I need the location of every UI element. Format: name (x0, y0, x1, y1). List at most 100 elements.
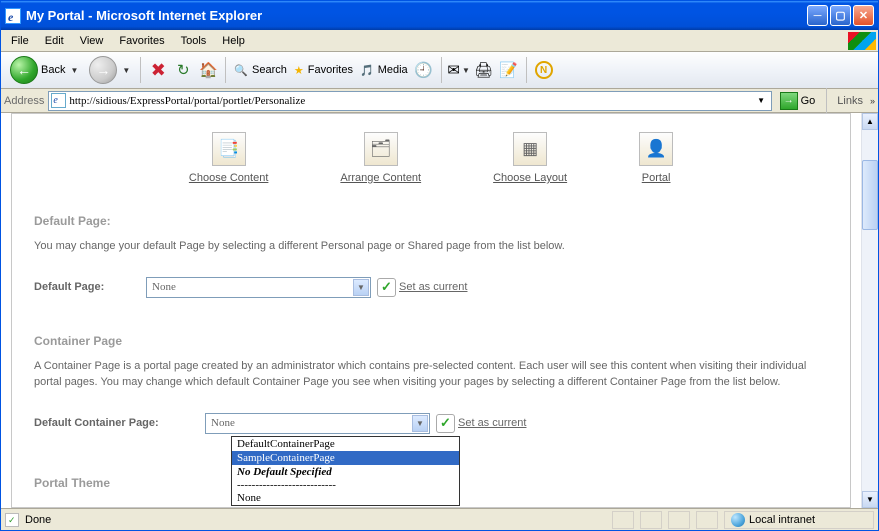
container-page-label: Default Container Page: (34, 417, 199, 429)
norton-button[interactable]: N (533, 59, 555, 81)
nav-label: Choose Layout (493, 172, 567, 184)
container-dropdown-popup: DefaultContainerPage SampleContainerPage… (231, 436, 460, 506)
menu-file[interactable]: File (3, 33, 37, 49)
default-page-heading: Default Page: (34, 214, 828, 228)
choose-layout-icon: ▦ (513, 132, 547, 166)
separator (441, 57, 442, 83)
media-icon: 🎵 (360, 64, 374, 77)
forward-button[interactable]: → ▼ (85, 54, 134, 86)
default-page-desc: You may change your default Page by sele… (34, 238, 828, 255)
dropdown-option[interactable]: None (232, 491, 459, 505)
check-icon (436, 414, 455, 433)
status-pane (612, 511, 634, 529)
mail-button[interactable]: ✉▼ (448, 59, 470, 81)
back-icon: ← (10, 56, 38, 84)
history-icon: 🕘 (414, 61, 433, 79)
status-text: Done (25, 514, 51, 526)
address-bar: Address ▼ → Go Links » (1, 89, 878, 113)
portal-icon: 👤 (639, 132, 673, 166)
forward-icon: → (89, 56, 117, 84)
default-page-label: Default Page: (34, 281, 134, 293)
chevron-down-icon: ▼ (412, 415, 428, 432)
menu-help[interactable]: Help (214, 33, 253, 49)
scroll-up-button[interactable]: ▲ (862, 113, 878, 130)
home-button[interactable]: 🏠 (197, 59, 219, 81)
history-button[interactable]: 🕘 (413, 59, 435, 81)
address-input[interactable] (69, 95, 753, 107)
nav-label: Choose Content (189, 172, 269, 184)
stop-button[interactable]: ✖ (147, 59, 169, 81)
address-input-wrap[interactable]: ▼ (48, 91, 771, 111)
go-button[interactable]: → Go (776, 92, 820, 110)
default-page-select[interactable]: None ▼ (146, 277, 371, 298)
search-button[interactable]: 🔍 Search (232, 62, 289, 79)
separator (826, 88, 827, 114)
status-pane (696, 511, 718, 529)
chevron-right-icon[interactable]: » (870, 96, 875, 106)
address-dropdown[interactable]: ▼ (754, 96, 769, 105)
status-pane (668, 511, 690, 529)
back-label: Back (41, 64, 65, 76)
scroll-thumb[interactable] (862, 160, 878, 230)
arrange-content-icon: 🗂 (364, 132, 398, 166)
dropdown-divider: --------------------------- (232, 479, 459, 491)
page-status-icon (5, 513, 19, 527)
norton-icon: N (535, 61, 553, 79)
nav-label: Arrange Content (340, 172, 421, 184)
star-icon: ★ (294, 64, 304, 77)
menu-tools[interactable]: Tools (173, 33, 215, 49)
status-pane (640, 511, 662, 529)
edit-icon: 📝 (499, 61, 518, 79)
ie-icon (5, 8, 21, 24)
media-label: Media (378, 64, 408, 76)
container-page-select[interactable]: None ▼ (205, 413, 430, 434)
close-button[interactable]: ✕ (853, 5, 874, 26)
nav-choose-content[interactable]: 📑 Choose Content (189, 132, 269, 184)
intranet-icon (731, 513, 745, 527)
set-current-link[interactable]: Set as current (458, 417, 526, 429)
dropdown-option[interactable]: DefaultContainerPage (232, 437, 459, 451)
chevron-down-icon: ▼ (122, 66, 130, 75)
chevron-down-icon: ▼ (353, 279, 369, 296)
select-value: None (152, 281, 176, 293)
dropdown-option-selected[interactable]: SampleContainerPage (232, 451, 459, 465)
scroll-down-button[interactable]: ▼ (862, 491, 878, 508)
menubar: File Edit View Favorites Tools Help (1, 30, 878, 52)
edit-button[interactable]: 📝 (498, 59, 520, 81)
chevron-down-icon: ▼ (70, 66, 78, 75)
maximize-button[interactable]: ▢ (830, 5, 851, 26)
security-zone: Local intranet (724, 511, 874, 529)
nav-choose-layout[interactable]: ▦ Choose Layout (493, 132, 567, 184)
menu-favorites[interactable]: Favorites (111, 33, 172, 49)
scroll-track[interactable] (862, 130, 878, 491)
menu-view[interactable]: View (72, 33, 112, 49)
nav-arrange-content[interactable]: 🗂 Arrange Content (340, 132, 421, 184)
container-page-desc: A Container Page is a portal page create… (34, 358, 828, 391)
go-label: Go (801, 95, 816, 107)
media-button[interactable]: 🎵 Media (358, 62, 410, 79)
nav-portal[interactable]: 👤 Portal (639, 132, 673, 184)
print-icon: 🖨 (474, 61, 493, 79)
favorites-label: Favorites (308, 64, 353, 76)
search-icon: 🔍 (234, 64, 248, 77)
favorites-button[interactable]: ★ Favorites (292, 62, 355, 79)
search-label: Search (252, 64, 287, 76)
set-current-link[interactable]: Set as current (399, 281, 467, 293)
links-label[interactable]: Links (834, 95, 866, 107)
status-bar: Done Local intranet (1, 508, 878, 530)
refresh-button[interactable]: ↻ (172, 59, 194, 81)
address-label: Address (4, 95, 44, 107)
app-window: My Portal - Microsoft Internet Explorer … (0, 0, 879, 531)
print-button[interactable]: 🖨 (473, 59, 495, 81)
windows-flag-icon (848, 32, 876, 50)
choose-content-icon: 📑 (212, 132, 246, 166)
chevron-down-icon: ▼ (462, 66, 470, 75)
container-page-heading: Container Page (34, 334, 828, 348)
page-icon (51, 93, 66, 108)
back-button[interactable]: ← Back ▼ (6, 54, 82, 86)
menu-edit[interactable]: Edit (37, 33, 72, 49)
vertical-scrollbar[interactable]: ▲ ▼ (861, 113, 878, 508)
titlebar: My Portal - Microsoft Internet Explorer … (1, 1, 878, 30)
separator (225, 57, 226, 83)
minimize-button[interactable]: ─ (807, 5, 828, 26)
